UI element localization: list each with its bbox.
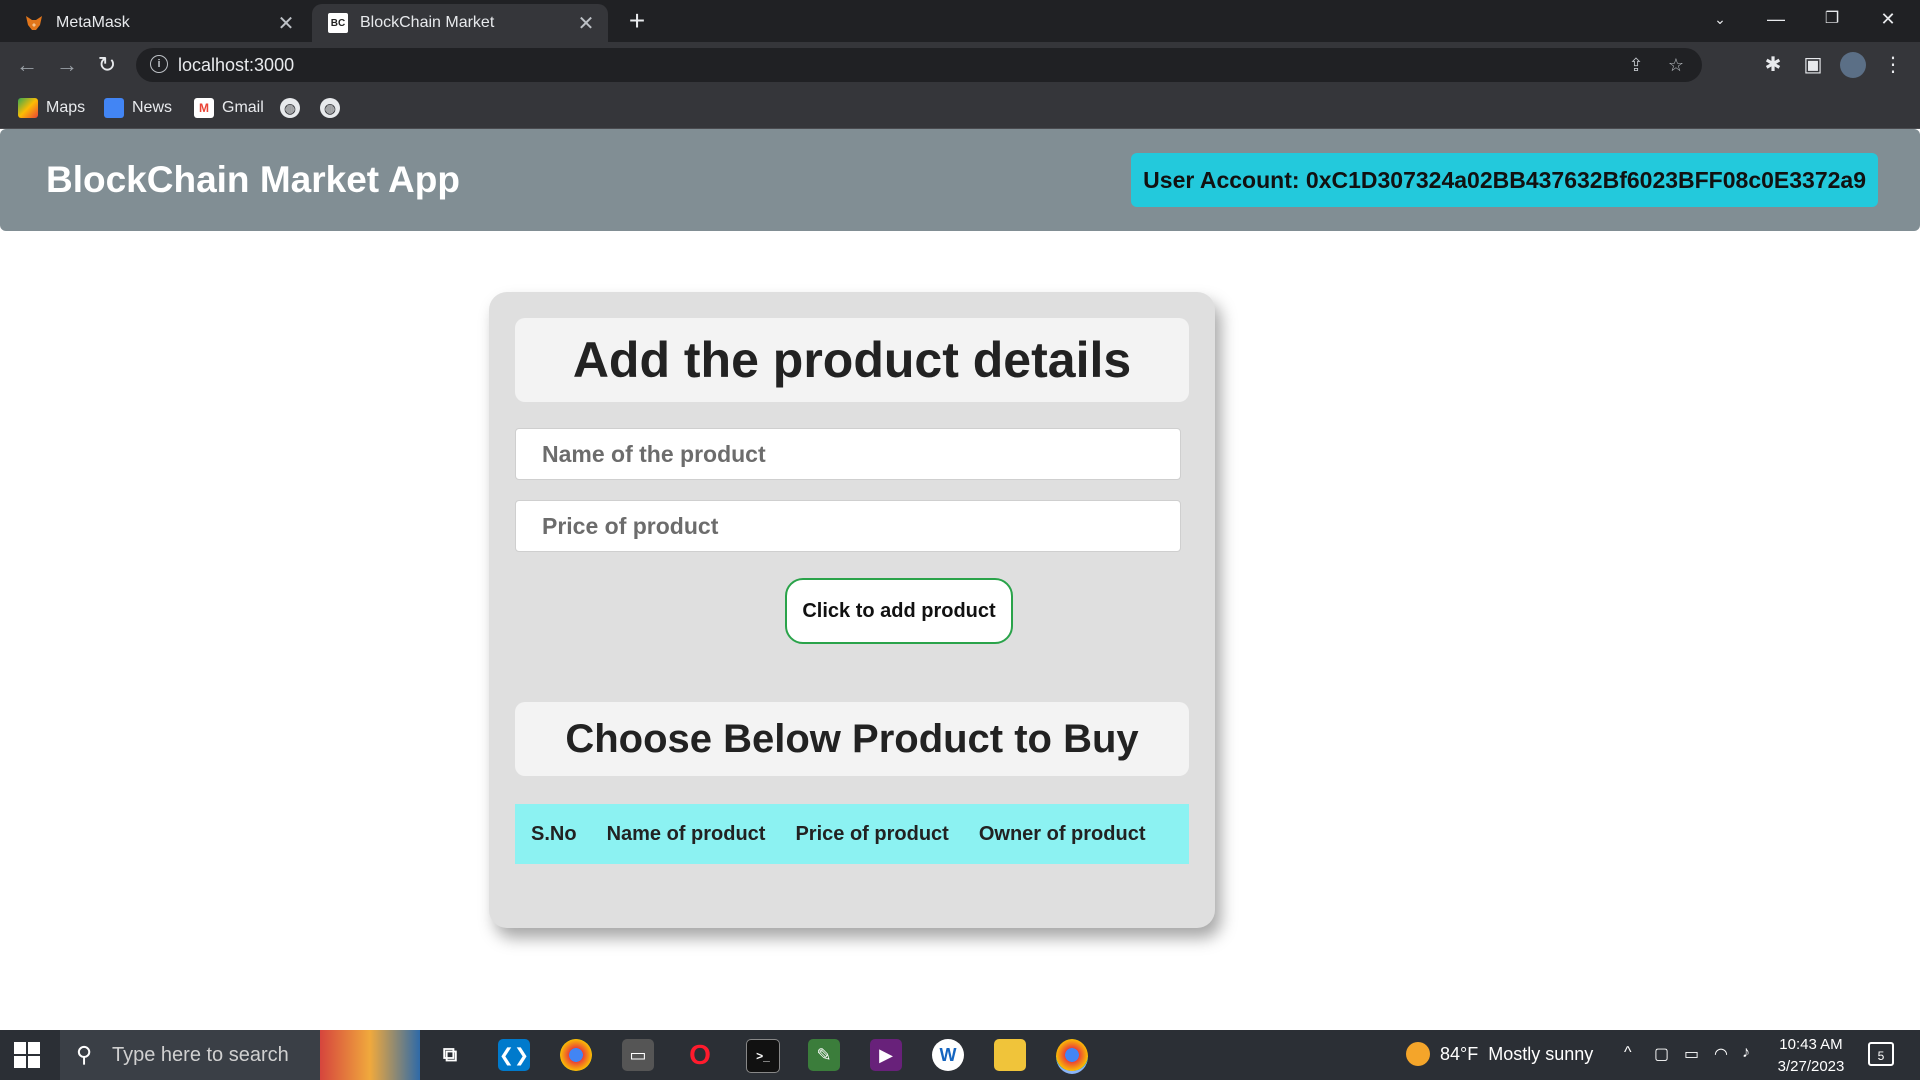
volume-icon[interactable]: ♪ [1742, 1044, 1750, 1062]
minimize-button[interactable]: — [1748, 0, 1804, 38]
visual-studio-icon[interactable]: ▶ [870, 1039, 902, 1071]
share-icon[interactable]: ⇪ [1624, 53, 1648, 77]
bookmark-label: Maps [46, 99, 86, 116]
address-toolbar: ← → ↻ i localhost:3000 ⇪ ☆ ✱ ▣ ⋮ [0, 42, 1920, 88]
column-header-owner: Owner of product [978, 822, 1146, 845]
bookmark-label: Gmail [222, 99, 264, 116]
url-text[interactable]: localhost:3000 [178, 55, 294, 76]
side-panel-icon[interactable]: ▣ [1798, 50, 1828, 80]
meet-icon[interactable]: ▢ [1654, 1044, 1669, 1064]
globe-icon: ◍ [280, 98, 300, 118]
search-highlight-art [320, 1030, 420, 1080]
tab-blockchain-market[interactable]: BC BlockChain Market ✕ [312, 4, 608, 42]
product-card: Add the product details Click to add pro… [489, 292, 1215, 928]
news-icon [104, 98, 124, 118]
maps-icon [18, 98, 38, 118]
close-window-button[interactable]: ✕ [1860, 0, 1916, 38]
notification-center-icon[interactable]: 5 [1868, 1042, 1894, 1066]
weather-text: Mostly sunny [1488, 1043, 1594, 1064]
bookmark-maps[interactable]: Maps [18, 96, 85, 120]
site-info-icon[interactable]: i [150, 55, 168, 73]
vscode-icon[interactable]: ❮❯ [498, 1039, 530, 1071]
products-heading: Choose Below Product to Buy [515, 702, 1189, 776]
product-price-field[interactable] [515, 500, 1181, 552]
bookmark-label: News [132, 99, 173, 116]
product-price-input[interactable] [516, 501, 1180, 551]
close-tab-icon[interactable]: ✕ [272, 11, 300, 36]
reload-icon[interactable]: ↻ [92, 50, 122, 80]
profile-avatar[interactable] [1840, 52, 1866, 78]
battery-icon[interactable]: ▭ [1684, 1044, 1699, 1064]
user-account-badge: User Account: 0xC1D307324a02BB437632Bf60… [1131, 153, 1878, 207]
app-title: BlockChain Market App [46, 159, 460, 200]
menu-kebab-icon[interactable]: ⋮ [1878, 50, 1908, 80]
column-header-price: Price of product [795, 822, 949, 845]
tab-metamask[interactable]: MetaMask ✕ [8, 4, 308, 42]
gmail-icon: M [194, 98, 214, 118]
chrome-icon[interactable] [560, 1039, 592, 1071]
add-product-button[interactable]: Click to add product [785, 578, 1013, 644]
product-name-field[interactable] [515, 428, 1181, 480]
close-tab-icon[interactable]: ✕ [572, 11, 600, 36]
new-tab-button[interactable]: + [622, 6, 652, 36]
tab-title: BlockChain Market [360, 14, 495, 31]
notepad-icon[interactable]: ✎ [808, 1039, 840, 1071]
column-header-sno: S.No [531, 822, 577, 845]
globe-icon: ◍ [320, 98, 340, 118]
omnibox[interactable]: i localhost:3000 ⇪ ☆ [136, 48, 1702, 82]
opera-icon[interactable]: O [684, 1039, 716, 1071]
products-table-header: S.No Name of product Price of product Ow… [515, 804, 1189, 864]
system-clock[interactable]: 10:43 AM 3/27/2023 [1766, 1034, 1856, 1078]
forward-arrow-icon[interactable]: → [52, 50, 82, 80]
wifi-icon[interactable]: ◠ [1714, 1044, 1728, 1064]
bc-icon: BC [328, 13, 348, 33]
column-header-name: Name of product [606, 822, 766, 845]
tab-title: MetaMask [56, 14, 130, 31]
fox-icon [24, 13, 44, 33]
extensions-puzzle-icon[interactable]: ✱ [1758, 50, 1788, 80]
bookmark-globe-1[interactable]: ◍ [280, 96, 300, 120]
weather-temp: 84°F [1440, 1043, 1479, 1064]
bookmark-star-icon[interactable]: ☆ [1664, 53, 1688, 77]
clock-date: 3/27/2023 [1777, 1058, 1845, 1075]
restore-button[interactable]: ❐ [1804, 0, 1860, 38]
bookmark-globe-2[interactable]: ◍ [320, 96, 340, 120]
chrome-active-icon[interactable] [1056, 1039, 1088, 1074]
clock-time: 10:43 AM [1779, 1036, 1843, 1053]
app-window-icon[interactable]: ▭ [622, 1039, 654, 1071]
tray-chevron-icon[interactable]: ^ [1624, 1044, 1632, 1062]
bookmark-news[interactable]: News [104, 96, 172, 120]
app-header: BlockChain Market App User Account: 0xC1… [0, 129, 1920, 231]
weather-widget[interactable]: 84°F Mostly sunny [1406, 1042, 1593, 1066]
back-arrow-icon[interactable]: ← [12, 50, 42, 80]
taskbar-search-placeholder: Type here to search [112, 1043, 289, 1066]
windows-start-icon[interactable] [14, 1042, 40, 1068]
search-icon: ⚲ [76, 1042, 93, 1067]
browser-tab-bar: MetaMask ✕ BC BlockChain Market ✕ + ⌄ — … [0, 0, 1920, 42]
task-view-icon[interactable]: ⧉ [434, 1039, 466, 1071]
terminal-icon[interactable]: >_ [746, 1039, 780, 1073]
os-taskbar: ⚲ Type here to search ⧉ ❮❯ ▭ O >_ ✎ ▶ W … [0, 1030, 1920, 1080]
weather-sun-icon [1406, 1042, 1430, 1066]
tab-search-chevron-icon[interactable]: ⌄ [1692, 0, 1748, 38]
product-name-input[interactable] [516, 429, 1180, 479]
word-app-icon[interactable]: W [932, 1039, 964, 1071]
bookmark-gmail[interactable]: M Gmail [194, 96, 264, 120]
add-product-heading: Add the product details [515, 318, 1189, 402]
file-explorer-icon[interactable] [994, 1039, 1026, 1071]
bookmarks-bar: Maps News M Gmail ◍ ◍ [0, 88, 1920, 129]
